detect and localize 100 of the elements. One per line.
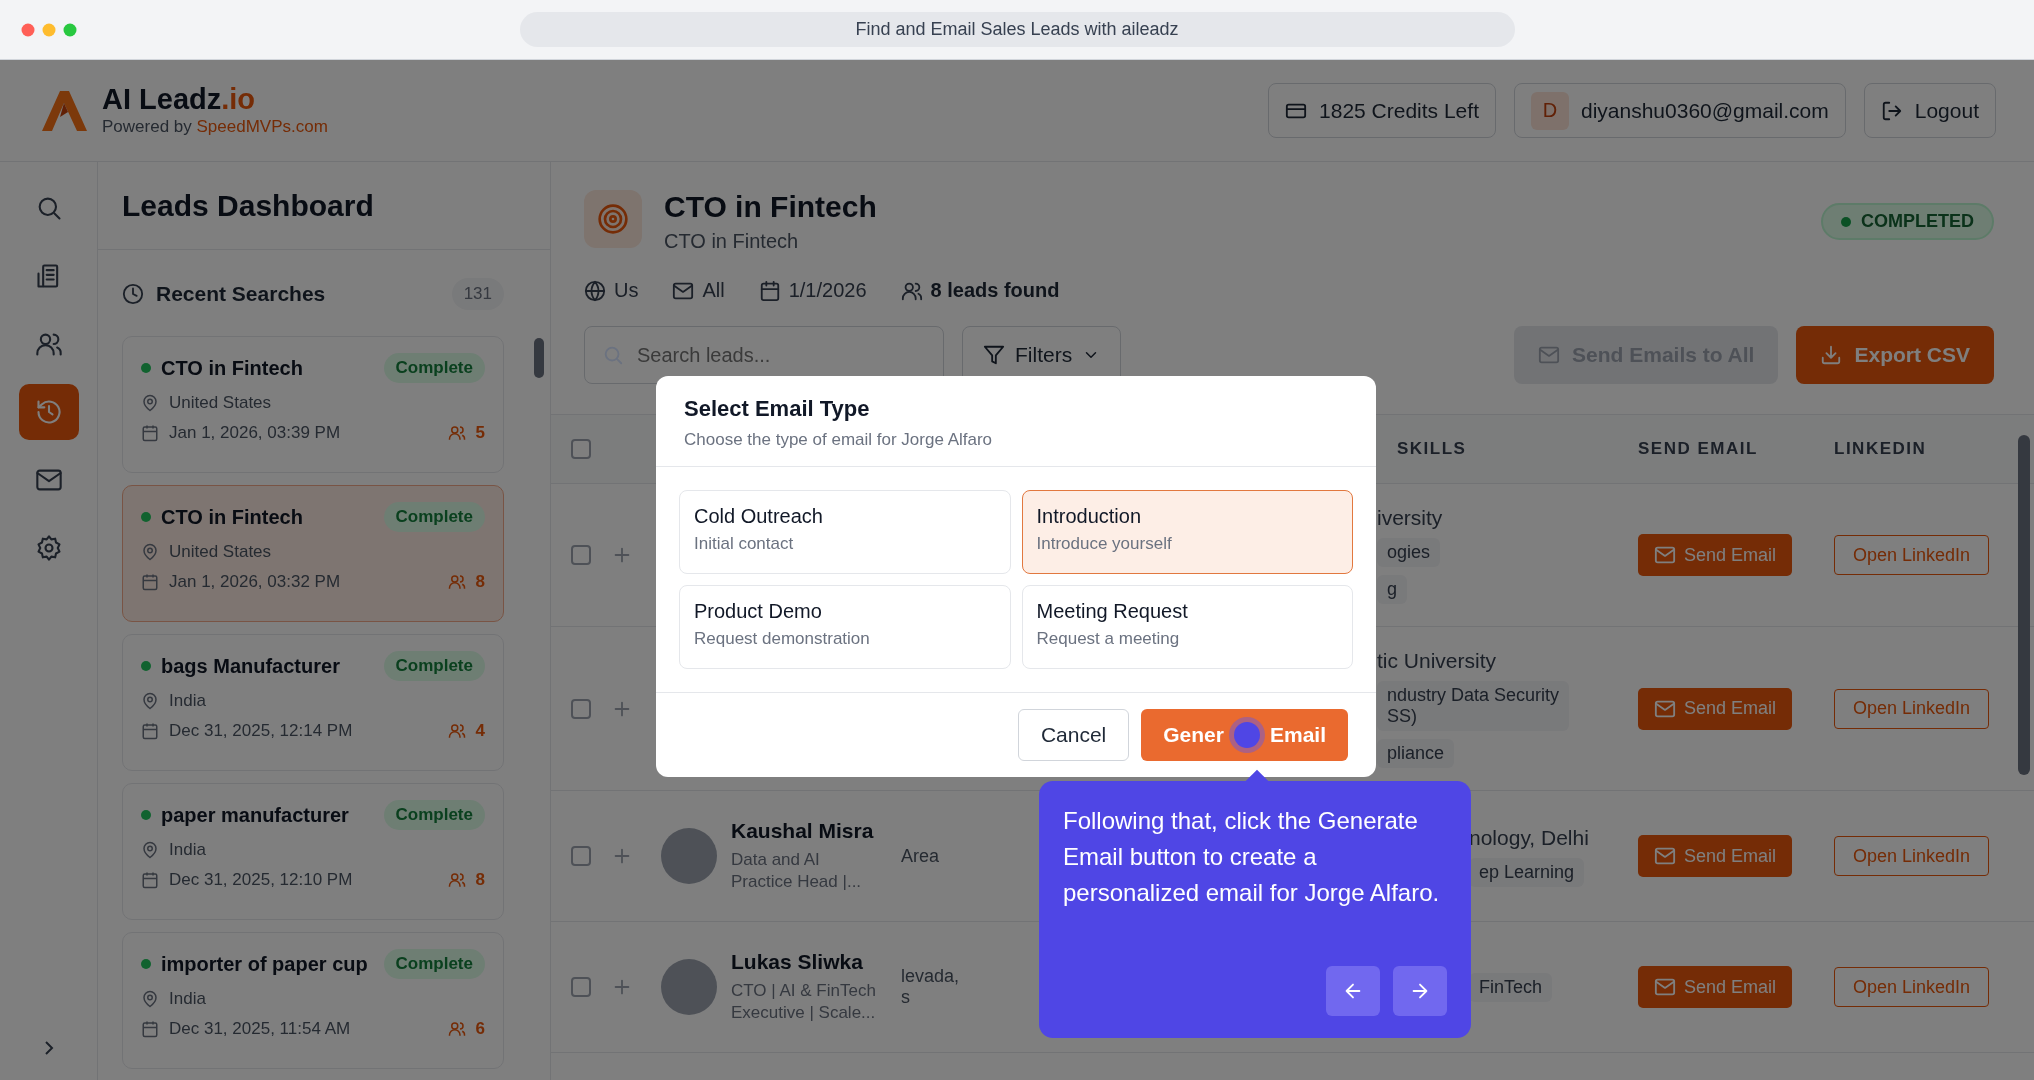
scrollbar[interactable] — [2018, 435, 2030, 775]
lead-location: Area — [901, 845, 940, 867]
mail-icon — [1654, 976, 1676, 998]
mail-icon — [1538, 344, 1561, 366]
lead-count: 5 — [475, 423, 485, 443]
meta-text: Us — [614, 279, 639, 302]
search-title: paper manufacturer — [161, 803, 349, 827]
search-date: Dec 31, 2025, 12:14 PM — [169, 721, 353, 741]
education-text: nology, Delhi — [1469, 825, 1589, 850]
avatar-placeholder — [661, 959, 717, 1015]
search-title: CTO in Fintech — [161, 356, 303, 380]
lead-count: 6 — [475, 1019, 485, 1039]
select-all-checkbox[interactable] — [571, 439, 591, 459]
open-linkedin-button[interactable]: Open LinkedIn — [1834, 535, 1990, 575]
logout-button[interactable]: Logout — [1863, 83, 1996, 138]
education-text: tic University — [1377, 649, 1497, 673]
dialog-subtitle: Choose the type of email for Jorge Alfaro — [684, 430, 994, 450]
calendar-icon — [141, 722, 159, 740]
row-checkbox[interactable] — [571, 846, 591, 866]
powered-by-link[interactable]: SpeedMVPs.com — [196, 116, 328, 136]
previous-button[interactable] — [1326, 966, 1380, 1016]
avatar-initial: D — [1530, 91, 1569, 130]
credits-button[interactable]: 1825 Credits Left — [1268, 83, 1496, 138]
option-description: Request a meeting — [1036, 629, 1181, 649]
status-dot — [141, 512, 151, 522]
history-icon — [34, 398, 63, 426]
status-dot — [141, 959, 151, 969]
send-email-button[interactable]: Send Email — [1638, 966, 1793, 1008]
export-csv-button[interactable]: Export CSV — [1796, 326, 1994, 384]
target-icon — [584, 190, 642, 248]
email-type-option[interactable]: Meeting Request Request a meeting — [1021, 585, 1353, 669]
next-button[interactable] — [1393, 966, 1447, 1016]
send-email-button[interactable]: Send Email — [1638, 835, 1793, 877]
search-card[interactable]: CTO in Fintech Complete United States Jan 1, 2026, 03:39 PM 5 — [122, 336, 504, 473]
globe-icon — [584, 279, 606, 302]
skill-tag: g — [1377, 575, 1407, 604]
users-icon — [447, 424, 466, 442]
send-email-button[interactable]: Send Email — [1638, 687, 1793, 730]
search-date: Jan 1, 2026, 03:32 PM — [169, 572, 341, 592]
lead-headline: CTO | AI & FinTech Executive | Scale... — [731, 979, 876, 1024]
status-dot — [141, 810, 151, 820]
email-type-option[interactable]: Cold Outreach Initial contact — [679, 490, 1011, 574]
skill-tag: pliance — [1377, 739, 1455, 768]
search-date: Dec 31, 2025, 12:10 PM — [169, 870, 353, 890]
search-card[interactable]: paper manufacturer Complete India Dec 31, 2025, 12:10 PM 8 — [122, 783, 504, 920]
lead-location: levada, s — [901, 966, 960, 1008]
settings-icon — [34, 534, 63, 562]
search-card[interactable]: importer of paper cup Complete India Dec 31, 2025, 11:54 AM 6 — [122, 932, 504, 1069]
avatar-placeholder — [661, 828, 717, 884]
status-dot — [141, 661, 151, 671]
row-checkbox[interactable] — [571, 545, 591, 565]
download-icon — [1820, 344, 1843, 366]
panel-title: Leads Dashboard — [98, 162, 550, 250]
search-location: India — [169, 989, 206, 1009]
skill-tag: ogies — [1377, 538, 1441, 567]
row-checkbox[interactable] — [571, 977, 591, 997]
status-badge: Complete — [383, 502, 485, 532]
email-type-option[interactable]: Introduction Introduce yourself — [1021, 490, 1353, 574]
column-header: LINKEDIN — [1834, 439, 1928, 459]
page-title-bar: Find and Email Sales Leads with aileadz — [519, 12, 1515, 47]
email-type-option[interactable]: Product Demo Request demonstration — [679, 585, 1011, 669]
open-linkedin-button[interactable]: Open LinkedIn — [1834, 688, 1990, 729]
account-button[interactable]: D diyanshu0360@gmail.com — [1513, 83, 1846, 138]
location-pin-icon — [141, 841, 159, 859]
open-linkedin-button[interactable]: Open LinkedIn — [1834, 967, 1990, 1007]
option-title: Product Demo — [694, 600, 823, 623]
scrollbar[interactable] — [534, 338, 544, 378]
meta-text: 1/1/2026 — [788, 279, 867, 302]
option-title: Meeting Request — [1036, 600, 1189, 623]
location-pin-icon — [141, 990, 159, 1008]
clock-icon — [122, 283, 144, 305]
status-badge: COMPLETED — [1821, 203, 1994, 240]
search-card[interactable]: CTO in Fintech Complete United States Jan 1, 2026, 03:32 PM 8 — [122, 485, 504, 622]
cancel-button[interactable]: Cancel — [1017, 709, 1130, 761]
meta-text: All — [702, 279, 725, 302]
search-title: importer of paper cup — [161, 952, 368, 976]
option-title: Cold Outreach — [694, 505, 824, 528]
send-email-button[interactable]: Send Email — [1638, 534, 1793, 576]
powered-by-text: Powered by — [102, 116, 192, 136]
lead-count: 8 — [475, 870, 485, 890]
history-nav-button[interactable] — [18, 384, 79, 440]
brand-name: AI Leadz.io — [102, 84, 257, 114]
row-checkbox[interactable] — [571, 698, 591, 719]
search-title: bags Manufacturer — [161, 654, 340, 678]
search-count: 131 — [451, 278, 504, 310]
skill-tag: FinTech — [1469, 972, 1553, 1002]
option-title: Introduction — [1036, 505, 1142, 528]
skill-tag: ep Learning — [1469, 857, 1585, 887]
calendar-icon — [141, 871, 159, 889]
calendar-icon — [141, 1020, 159, 1038]
search-location: United States — [169, 393, 272, 413]
search-card[interactable]: bags Manufacturer Complete India Dec 31, 2025, 12:14 PM 4 — [122, 634, 504, 771]
recent-searches-label: Recent Searches — [156, 282, 326, 306]
location-pin-icon — [141, 543, 159, 561]
cursor-dot-icon — [1233, 722, 1260, 748]
users-icon — [447, 722, 466, 740]
search-date: Dec 31, 2025, 11:54 AM — [169, 1019, 351, 1039]
open-linkedin-button[interactable]: Open LinkedIn — [1834, 836, 1990, 876]
generate-email-button[interactable]: Gener Email — [1141, 709, 1348, 761]
search-date: Jan 1, 2026, 03:39 PM — [169, 423, 341, 443]
